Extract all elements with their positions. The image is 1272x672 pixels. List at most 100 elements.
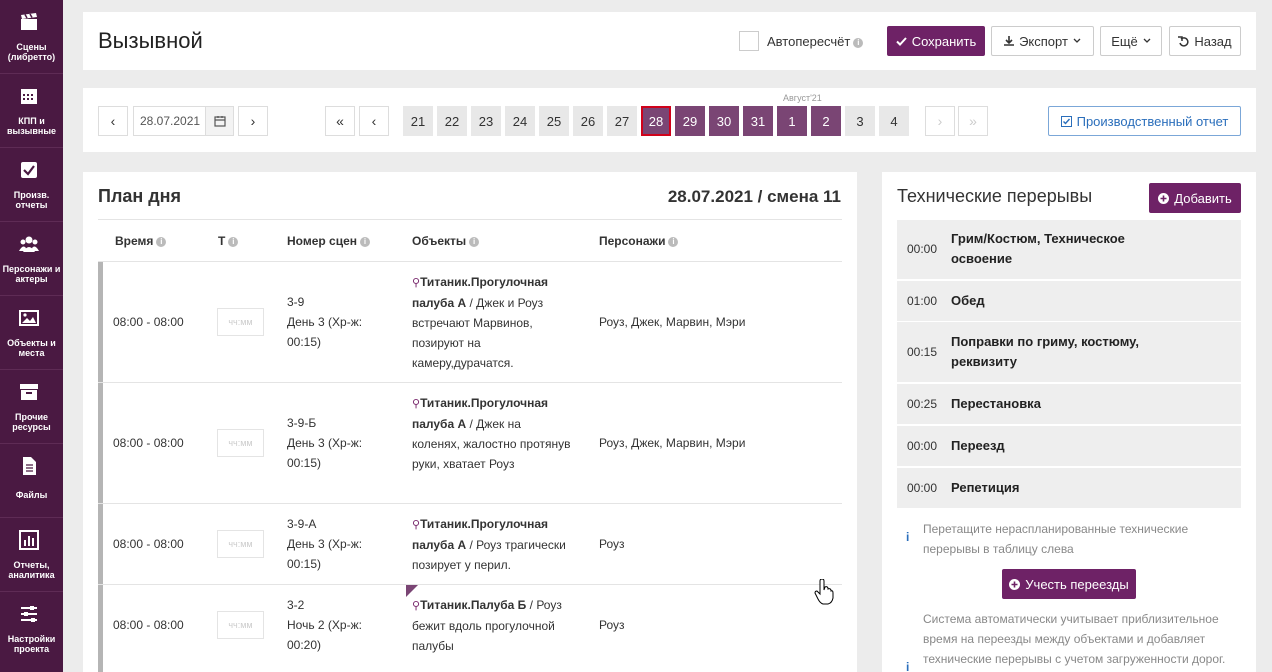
save-button[interactable]: Сохранить: [887, 26, 985, 56]
export-button[interactable]: Экспорт: [991, 26, 1094, 56]
table-row[interactable]: 08:00 - 08:00 чч:мм 3-2 Ночь 2 (Хр-ж: 00:…: [98, 584, 842, 672]
day-button[interactable]: 1: [777, 106, 807, 136]
day-button[interactable]: 27: [607, 106, 637, 136]
sidebar-item-settings[interactable]: Настройки проекта: [0, 592, 63, 666]
row-object: ⚲Титаник.Палуба Б / Роуз бежит вдоль про…: [412, 598, 562, 653]
tech-break-item[interactable]: 00:15 Поправки по гриму, костюму, реквиз…: [897, 322, 1241, 383]
day-button[interactable]: 29: [675, 106, 705, 136]
undo-icon: [1178, 35, 1189, 47]
tech-break-time: 00:00: [907, 481, 938, 495]
row-characters: Роуз: [599, 537, 625, 551]
day-button[interactable]: 30: [709, 106, 739, 136]
autorecalc-checkbox[interactable]: [739, 31, 759, 51]
day-button[interactable]: 31: [743, 106, 773, 136]
next-page-button[interactable]: ›: [925, 106, 955, 136]
day-button[interactable]: 26: [573, 106, 603, 136]
production-report-button[interactable]: Производственный отчет: [1048, 106, 1241, 136]
more-button[interactable]: Ещё: [1100, 26, 1162, 56]
sidebar-item-reports[interactable]: Произв. отчеты: [0, 148, 63, 222]
add-break-button[interactable]: Добавить: [1149, 183, 1241, 213]
sidebar-item-label: Объекты и места: [7, 338, 56, 358]
day-button[interactable]: 25: [539, 106, 569, 136]
table-row[interactable]: 08:00 - 08:00 чч:мм 3-9-А День 3 (Хр-ж: 0…: [98, 503, 842, 584]
check-icon: [895, 36, 907, 46]
drag-note: Перетащите нераспланированные технически…: [923, 522, 1189, 556]
table-row[interactable]: 08:00 - 08:00 чч:мм 3-9-Б День 3 (Хр-ж: 0…: [98, 382, 842, 503]
duration-input[interactable]: чч:мм: [217, 308, 264, 336]
drag-handle[interactable]: [98, 383, 103, 503]
sidebar-item-scenes[interactable]: Сцены (либретто): [0, 0, 63, 74]
back-button[interactable]: Назад: [1169, 26, 1241, 56]
map-pin-icon: ⚲: [412, 600, 421, 612]
calendar-icon: [21, 89, 37, 104]
sidebar-item-label: Отчеты, аналитика: [8, 560, 55, 580]
day-button[interactable]: 4: [879, 106, 909, 136]
row-characters: Роуз, Джек, Марвин, Мэри: [599, 436, 746, 450]
prev-date-button[interactable]: ‹: [98, 106, 128, 136]
info-icon: i: [156, 236, 167, 247]
account-moves-button[interactable]: Учесть переезды: [1002, 569, 1136, 599]
drag-handle[interactable]: [98, 262, 103, 382]
info-icon: i: [228, 236, 239, 247]
tech-break-item[interactable]: 00:25 Перестановка: [897, 384, 1241, 425]
checkbox-icon: [1060, 115, 1072, 127]
day-button-selected[interactable]: 28: [641, 106, 671, 136]
drag-handle[interactable]: [98, 585, 103, 672]
col-header-scene: Номер сцен i: [287, 234, 371, 248]
map-pin-icon: ⚲: [412, 277, 421, 289]
row-time: 08:00 - 08:00: [113, 436, 184, 450]
sidebar-item-files[interactable]: Файлы: [0, 444, 63, 518]
day-button[interactable]: 2: [811, 106, 841, 136]
row-characters: Роуз: [599, 618, 625, 632]
col-header-time: Время i: [115, 234, 167, 248]
day-button[interactable]: 21: [403, 106, 433, 136]
archive-icon: [20, 384, 38, 400]
sidebar: Сцены (либретто) КПП и вызывные Произв. …: [0, 0, 63, 672]
col-header-characters: Персонажи i: [599, 234, 679, 248]
day-button[interactable]: 22: [437, 106, 467, 136]
sidebar-item-analytics[interactable]: Отчеты, аналитика: [0, 518, 63, 592]
day-button[interactable]: 24: [505, 106, 535, 136]
row-object: ⚲Титаник.Прогулочная палуба А / Джек и Р…: [412, 275, 549, 370]
sidebar-item-calls[interactable]: КПП и вызывные: [0, 74, 63, 148]
tech-break-name: Репетиция: [951, 480, 1020, 495]
first-page-button[interactable]: «: [325, 106, 355, 136]
chevron-down-icon: [1143, 38, 1151, 43]
row-scene: 3-9-Б День 3 (Хр-ж: 00:15): [287, 416, 363, 470]
tech-break-item[interactable]: 01:00 Обед: [897, 281, 1241, 322]
last-page-button[interactable]: »: [958, 106, 988, 136]
col-header-t: Тi: [218, 234, 239, 248]
checkbox-icon: [21, 162, 37, 178]
prev-page-button[interactable]: ‹: [359, 106, 389, 136]
row-characters: Роуз, Джек, Марвин, Мэри: [599, 315, 746, 329]
sidebar-item-label: КПП и вызывные: [6, 116, 57, 136]
duration-input[interactable]: чч:мм: [217, 611, 264, 639]
chevron-down-icon: [1073, 38, 1081, 43]
row-object: ⚲Титаник.Прогулочная палуба А / Джек на …: [412, 396, 571, 471]
tech-break-item[interactable]: 00:00 Репетиция: [897, 468, 1241, 509]
date-picker[interactable]: [133, 106, 234, 136]
row-scene: 3-2 Ночь 2 (Хр-ж: 00:20): [287, 598, 362, 652]
date-input[interactable]: [134, 107, 206, 135]
sidebar-item-objects[interactable]: Объекты и места: [0, 296, 63, 370]
row-object: ⚲Титаник.Прогулочная палуба А / Роуз тра…: [412, 517, 566, 572]
tech-break-name: Перестановка: [951, 396, 1041, 411]
day-button[interactable]: 23: [471, 106, 501, 136]
users-icon: [19, 236, 39, 252]
tech-break-item[interactable]: 00:00 Переезд: [897, 426, 1241, 467]
duration-input[interactable]: чч:мм: [217, 429, 264, 457]
table-row[interactable]: 08:00 - 08:00 чч:мм 3-9 День 3 (Хр-ж: 00:…: [98, 261, 842, 382]
day-button[interactable]: 3: [845, 106, 875, 136]
next-date-button[interactable]: ›: [238, 106, 268, 136]
image-icon: [19, 310, 39, 326]
sidebar-item-label: Настройки проекта: [7, 634, 56, 654]
calendar-button[interactable]: [205, 107, 233, 135]
sidebar-item-resources[interactable]: Прочие ресурсы: [0, 370, 63, 444]
tech-breaks-title: Технические перерывы: [897, 186, 1093, 206]
drag-handle[interactable]: [98, 504, 103, 584]
sidebar-item-label: Сцены (либретто): [7, 42, 56, 62]
tech-break-item[interactable]: 00:00 Грим/Костюм, Техническое освоение: [897, 220, 1241, 280]
sidebar-item-characters[interactable]: Персонажи и актеры: [0, 222, 63, 296]
duration-input[interactable]: чч:мм: [217, 530, 264, 558]
col-header-objects: Объекты i: [412, 234, 480, 248]
